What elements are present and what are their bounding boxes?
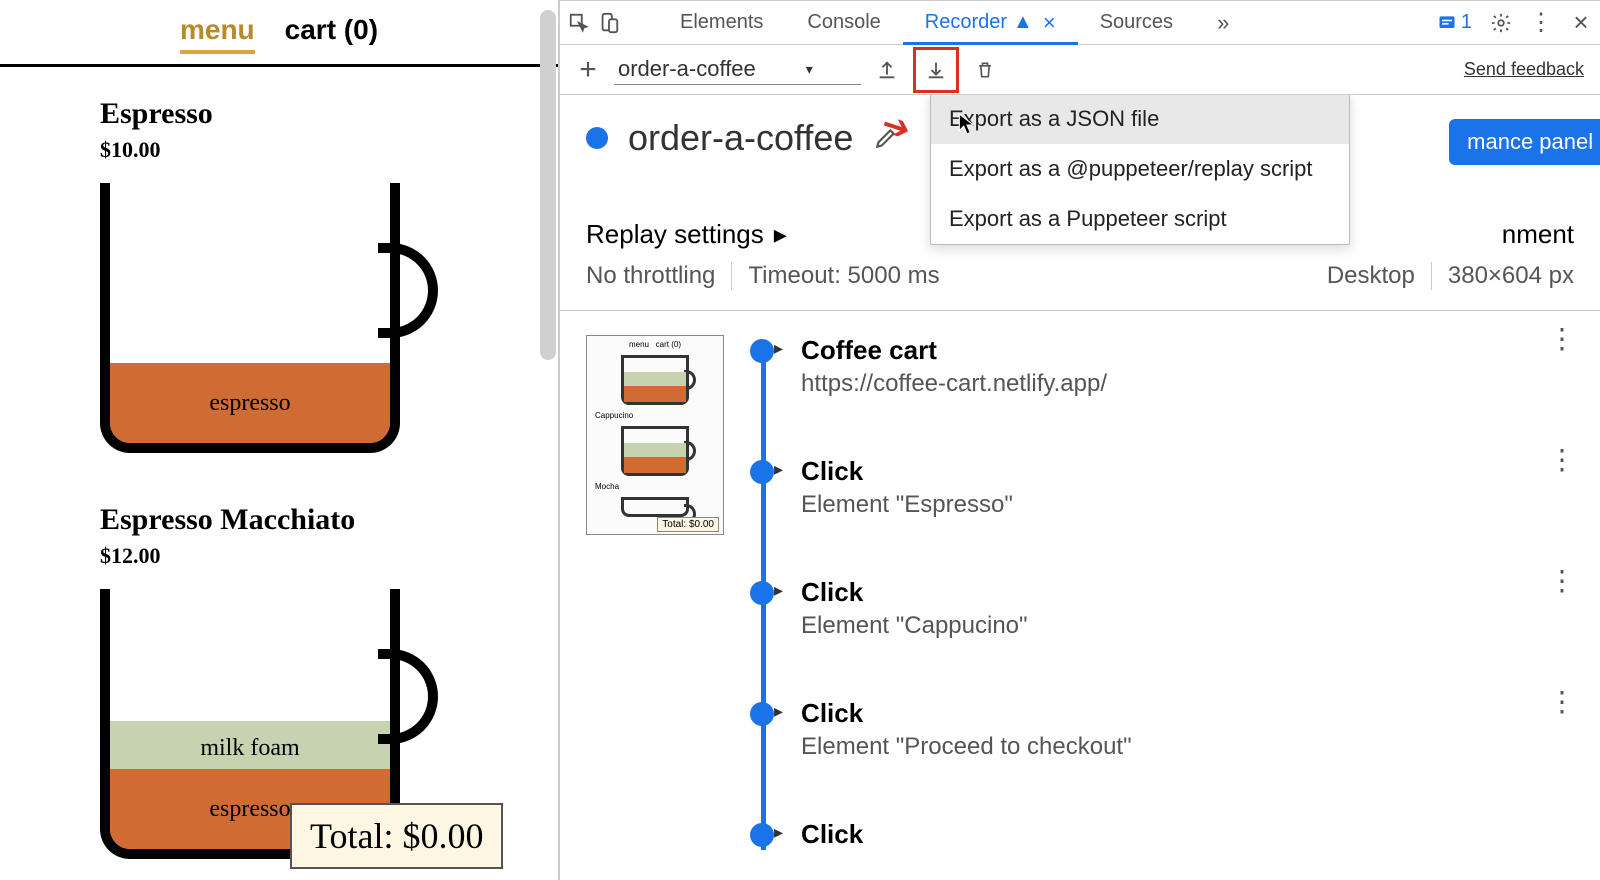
replay-settings-label[interactable]: Replay settings ▸: [586, 219, 940, 250]
more-tabs-icon[interactable]: »: [1195, 1, 1251, 44]
delete-icon[interactable]: [973, 58, 997, 82]
step-row[interactable]: ▸ Coffee cart https://coffee-cart.netlif…: [774, 335, 1574, 398]
export-json-item[interactable]: Export as a JSON file: [931, 95, 1349, 144]
step-title: Click: [801, 698, 1530, 729]
cursor-icon: [958, 113, 976, 135]
recorder-body: ➔ Export as a JSON file Export as a @pup…: [560, 95, 1600, 880]
tab-console[interactable]: Console: [785, 1, 902, 44]
device-toggle-icon[interactable]: [598, 12, 620, 34]
throttling-value: No throttling: [586, 262, 715, 290]
step-title: Click: [801, 577, 1530, 608]
chevron-right-icon: ▸: [774, 701, 783, 722]
flask-icon: ▲: [1013, 11, 1033, 34]
chevron-right-icon: ▸: [774, 459, 783, 480]
webpage-pane: menu cart (0) Espresso $10.00 espresso E…: [0, 0, 560, 880]
step-subtitle: Element "Espresso": [801, 491, 1530, 519]
step-title: Click: [801, 819, 1574, 850]
close-tab-icon[interactable]: ×: [1043, 10, 1056, 36]
send-feedback-link[interactable]: Send feedback: [1464, 59, 1584, 80]
item-title: Espresso: [100, 97, 558, 131]
export-icon[interactable]: [913, 47, 959, 93]
viewport-value: 380×604 px: [1448, 262, 1574, 290]
new-recording-icon[interactable]: +: [576, 58, 600, 82]
issues-badge[interactable]: 1: [1437, 11, 1472, 34]
tab-elements[interactable]: Elements: [658, 1, 785, 44]
layer-espresso: espresso: [110, 363, 390, 443]
menu-item: Espresso Macchiato $12.00 milk foam espr…: [0, 503, 558, 869]
item-price: $10.00: [100, 137, 558, 163]
recording-thumbnail: menu cart (0) Cappucino Mocha Total: $0.…: [586, 335, 724, 535]
steps-timeline: ▸ Coffee cart https://coffee-cart.netlif…: [750, 335, 1574, 850]
export-replay-item[interactable]: Export as a @puppeteer/replay script: [931, 144, 1349, 194]
step-subtitle: https://coffee-cart.netlify.app/: [801, 370, 1530, 398]
export-menu: Export as a JSON file Export as a @puppe…: [930, 95, 1350, 245]
step-row[interactable]: ▸ Click Element "Cappucino" ⋮: [774, 577, 1574, 640]
close-devtools-icon[interactable]: ×: [1570, 12, 1592, 34]
recording-select[interactable]: order-a-coffee ▾: [614, 54, 861, 85]
cup-handle: [378, 243, 438, 338]
step-kebab-icon[interactable]: ⋮: [1548, 335, 1574, 343]
item-price: $12.00: [100, 543, 558, 569]
step-kebab-icon[interactable]: ⋮: [1548, 456, 1574, 464]
import-icon[interactable]: [875, 58, 899, 82]
nav-cart[interactable]: cart (0): [285, 14, 378, 54]
step-row[interactable]: ▸ Click Element "Espresso" ⋮: [774, 456, 1574, 519]
coffee-cup[interactable]: espresso: [100, 183, 400, 463]
layer-milk-foam: milk foam: [110, 721, 390, 776]
export-puppeteer-item[interactable]: Export as a Puppeteer script: [931, 194, 1349, 244]
performance-panel-button[interactable]: mance panel ▼: [1449, 119, 1600, 165]
scrollbar[interactable]: [540, 10, 556, 360]
menu-item: Espresso $10.00 espresso: [0, 97, 558, 463]
chevron-right-icon: ▸: [774, 219, 787, 250]
step-row[interactable]: ▸ Click: [774, 819, 1574, 850]
inspect-icon[interactable]: [568, 12, 590, 34]
tab-sources[interactable]: Sources: [1078, 1, 1195, 44]
step-kebab-icon[interactable]: ⋮: [1548, 698, 1574, 706]
step-row[interactable]: ▸ Click Element "Proceed to checkout" ⋮: [774, 698, 1574, 761]
item-title: Espresso Macchiato: [100, 503, 558, 537]
step-subtitle: Element "Cappucino": [801, 612, 1530, 640]
recording-title: order-a-coffee: [628, 117, 853, 159]
step-title: Click: [801, 456, 1530, 487]
step-kebab-icon[interactable]: ⋮: [1548, 577, 1574, 585]
device-value: Desktop: [1327, 262, 1415, 290]
step-title: Coffee cart: [801, 335, 1530, 366]
chevron-down-icon: ▾: [806, 61, 813, 78]
chevron-right-icon: ▸: [774, 338, 783, 359]
nav-menu[interactable]: menu: [180, 14, 255, 54]
devtools-pane: Elements Console Recorder ▲ × Sources » …: [560, 0, 1600, 880]
environment-label: nment: [1327, 219, 1574, 250]
step-subtitle: Element "Proceed to checkout": [801, 733, 1530, 761]
gear-icon[interactable]: [1490, 12, 1512, 34]
site-nav: menu cart (0): [0, 0, 558, 67]
chevron-right-icon: ▸: [774, 580, 783, 601]
tab-recorder[interactable]: Recorder ▲ ×: [903, 1, 1078, 44]
total-badge[interactable]: Total: $0.00: [290, 803, 503, 869]
kebab-icon[interactable]: ⋮: [1530, 12, 1552, 34]
recorder-toolbar: + order-a-coffee ▾ Send feedback: [560, 45, 1600, 95]
devtools-tabbar: Elements Console Recorder ▲ × Sources » …: [560, 1, 1600, 45]
recording-status-dot: [586, 127, 608, 149]
cup-handle: [378, 649, 438, 744]
chevron-right-icon: ▸: [774, 822, 783, 843]
timeout-value: Timeout: 5000 ms: [748, 262, 939, 290]
